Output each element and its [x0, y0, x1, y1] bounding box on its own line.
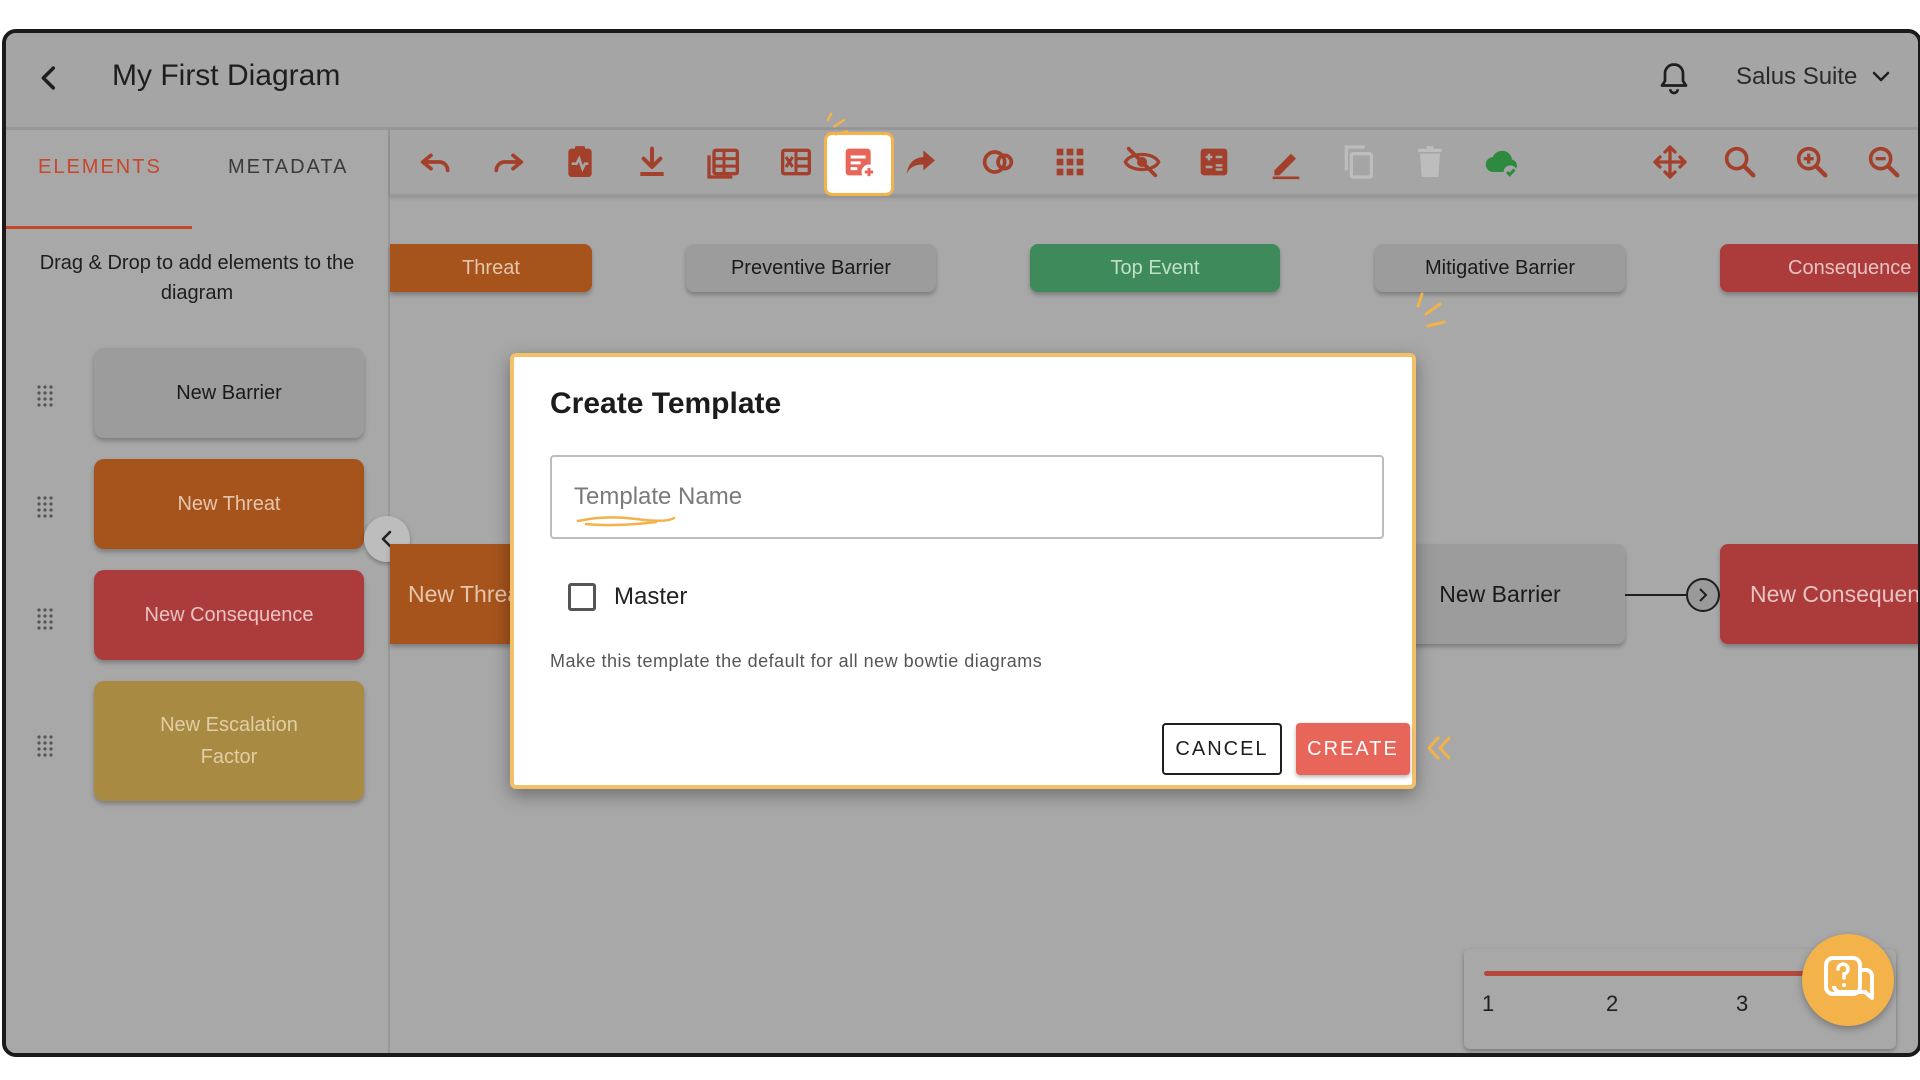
node-consequence[interactable]: New Consequen	[1720, 544, 1918, 644]
zoom-in-button[interactable]	[1792, 142, 1832, 182]
drag-handle-icon[interactable]	[36, 495, 54, 519]
chevron-down-icon[interactable]	[1871, 69, 1891, 85]
table-view-icon	[707, 148, 739, 179]
move-icon	[1653, 145, 1687, 179]
search-icon	[1724, 146, 1756, 178]
move-button[interactable]	[1650, 142, 1690, 182]
excel-export-button[interactable]	[776, 142, 816, 182]
drag-handle-icon[interactable]	[36, 607, 54, 631]
table-view-button[interactable]	[704, 142, 744, 182]
calculator-icon	[1200, 148, 1228, 176]
create-template-dialog: Create Template Master Make this templat…	[510, 353, 1416, 789]
cloud-save-status	[1482, 142, 1522, 182]
master-checkbox-label[interactable]: Master	[614, 583, 687, 611]
edit-button[interactable]	[1266, 142, 1306, 182]
diagram-toolbar	[390, 112, 1918, 196]
master-description: Make this template the default for all n…	[550, 651, 1043, 671]
health-report-button[interactable]	[560, 142, 600, 182]
step-label[interactable]: 2	[1606, 991, 1618, 1017]
organization-selector[interactable]: Salus Suite	[1736, 63, 1857, 91]
edit-icon	[1272, 153, 1300, 180]
lane-header-threat: Threat	[390, 244, 592, 292]
app-header: My First Diagram Salus Suite	[6, 33, 1918, 130]
highlight-sparkle-icon	[1416, 292, 1446, 328]
excel-export-icon	[781, 148, 811, 176]
link-icon	[982, 150, 1014, 174]
delete-icon	[1418, 146, 1442, 177]
zoom-in-icon	[1796, 146, 1828, 178]
copy-icon	[1344, 145, 1373, 179]
lane-header-top-event: Top Event	[1030, 244, 1280, 292]
calculator-button[interactable]	[1194, 142, 1234, 182]
share-icon	[906, 150, 935, 174]
dialog-title: Create Template	[550, 387, 782, 420]
lane-header-consequence: Consequence	[1720, 244, 1918, 292]
notifications-button[interactable]	[1656, 59, 1692, 97]
chevron-left-icon	[41, 66, 56, 90]
cloud-saved-icon	[1485, 150, 1517, 179]
grid-button[interactable]	[1050, 142, 1090, 182]
health-report-icon	[568, 146, 592, 177]
element-new-threat[interactable]: New Threat	[94, 459, 364, 549]
bell-icon	[1660, 63, 1688, 95]
redo-icon	[494, 153, 524, 173]
active-tab-indicator	[6, 226, 192, 229]
zoom-out-button[interactable]	[1864, 142, 1904, 182]
search-button[interactable]	[1720, 142, 1760, 182]
delete-button[interactable]	[1410, 142, 1450, 182]
help-chat-button[interactable]	[1802, 934, 1894, 1026]
redo-button[interactable]	[488, 142, 528, 182]
step-label[interactable]: 3	[1736, 991, 1748, 1017]
drag-drop-hint: Drag & Drop to add elements to the diagr…	[39, 252, 355, 304]
element-new-barrier[interactable]: New Barrier	[94, 348, 364, 438]
lane-header-mitigative-barrier: Mitigative Barrier	[1375, 244, 1625, 292]
highlight-sparkle-icon	[820, 108, 870, 148]
drag-handle-icon[interactable]	[36, 734, 54, 758]
template-name-input[interactable]	[550, 455, 1384, 539]
connector-line	[1625, 578, 1720, 612]
link-button[interactable]	[978, 142, 1018, 182]
double-chevron-left-icon	[1427, 736, 1451, 760]
hide-button[interactable]	[1122, 142, 1162, 182]
lane-header-preventive-barrier: Preventive Barrier	[686, 244, 936, 292]
undo-button[interactable]	[416, 142, 456, 182]
tab-elements[interactable]: ELEMENTS	[38, 156, 162, 179]
undo-icon	[420, 153, 450, 173]
grid-icon	[1056, 148, 1084, 176]
help-chat-icon	[1824, 956, 1874, 1000]
elements-panel: ELEMENTS METADATA Drag & Drop to add ele…	[6, 130, 390, 1053]
download-button[interactable]	[632, 142, 672, 182]
diagram-title: My First Diagram	[112, 59, 341, 92]
copy-button[interactable]	[1338, 142, 1378, 182]
element-new-escalation-factor[interactable]: New Escalation Factor	[94, 681, 364, 801]
download-icon	[640, 146, 664, 176]
hide-icon	[1123, 146, 1161, 178]
zoom-out-icon	[1868, 146, 1900, 178]
back-button[interactable]	[32, 61, 66, 95]
master-checkbox[interactable]	[568, 583, 596, 611]
element-new-consequence[interactable]: New Consequence	[94, 570, 364, 660]
step-label[interactable]: 1	[1482, 991, 1494, 1017]
cancel-button[interactable]: CANCEL	[1162, 723, 1282, 775]
drag-handle-icon[interactable]	[36, 384, 54, 408]
share-button[interactable]	[900, 142, 940, 182]
app-window: My First Diagram Salus Suite ELEMENTS ME…	[2, 29, 1920, 1057]
create-button[interactable]: CREATE	[1296, 723, 1410, 775]
tab-metadata[interactable]: METADATA	[228, 156, 348, 179]
